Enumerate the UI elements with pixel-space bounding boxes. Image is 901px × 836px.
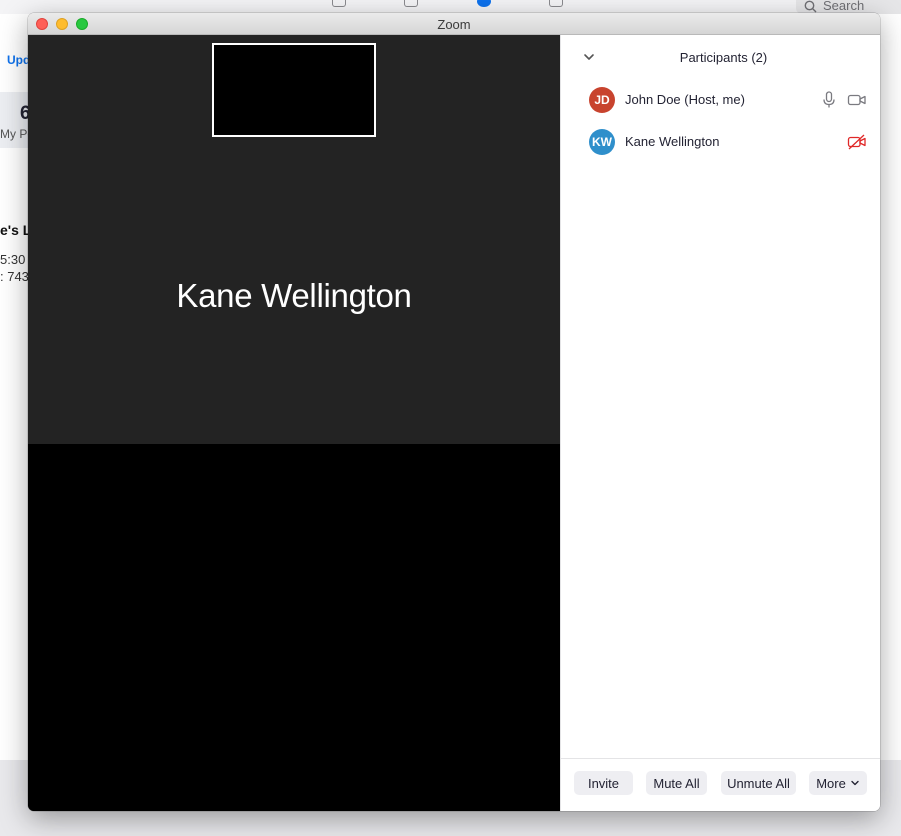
- background-search-input[interactable]: Search: [796, 0, 901, 14]
- meeting-id: : 743: [0, 269, 29, 284]
- search-icon: [804, 0, 817, 13]
- video-camera-icon[interactable]: [847, 92, 867, 108]
- background-toolbar: [0, 0, 901, 14]
- update-link[interactable]: Upd: [7, 53, 30, 67]
- avatar: JD: [589, 87, 615, 113]
- chat-tab-icon[interactable]: [404, 0, 418, 7]
- participants-panel: Participants (2) JD John Doe (Host, me): [560, 35, 880, 811]
- meetings-tab-icon[interactable]: [477, 0, 491, 7]
- meeting-time: 5:30: [0, 252, 26, 267]
- zoom-window: Zoom Kane Wellington Participants (2) JD…: [28, 13, 880, 811]
- mute-all-button[interactable]: Mute All: [646, 771, 707, 795]
- video-background: [28, 444, 560, 811]
- video-area: Kane Wellington: [28, 35, 560, 811]
- contacts-tab-icon[interactable]: [549, 0, 563, 7]
- chevron-down-icon: [851, 780, 859, 786]
- self-video-thumbnail[interactable]: [212, 43, 376, 137]
- participant-name: John Doe (Host, me): [625, 92, 745, 107]
- thumbnail-strip: [28, 35, 560, 145]
- participants-footer: Invite Mute All Unmute All More: [561, 758, 880, 811]
- video-off-icon[interactable]: [847, 134, 867, 150]
- more-button[interactable]: More: [809, 771, 867, 795]
- participants-header: Participants (2): [561, 35, 880, 81]
- search-placeholder: Search: [823, 0, 865, 13]
- participants-title: Participants (2): [679, 50, 768, 65]
- participant-row[interactable]: KW Kane Wellington: [561, 121, 880, 163]
- invite-button[interactable]: Invite: [574, 771, 633, 795]
- active-speaker-tile[interactable]: Kane Wellington: [28, 145, 560, 444]
- meeting-title: e's L: [0, 222, 32, 238]
- home-tab-icon[interactable]: [332, 0, 346, 7]
- microphone-icon[interactable]: [821, 91, 837, 109]
- window-title: Zoom: [437, 17, 471, 32]
- participant-row[interactable]: JD John Doe (Host, me): [561, 79, 880, 121]
- avatar: KW: [589, 129, 615, 155]
- more-button-label: More: [816, 775, 846, 791]
- background-sidebar: [0, 48, 28, 760]
- unmute-all-button[interactable]: Unmute All: [721, 771, 796, 795]
- participant-name: Kane Wellington: [625, 134, 720, 149]
- window-titlebar[interactable]: Zoom: [28, 13, 880, 35]
- active-speaker-name: Kane Wellington: [176, 276, 412, 314]
